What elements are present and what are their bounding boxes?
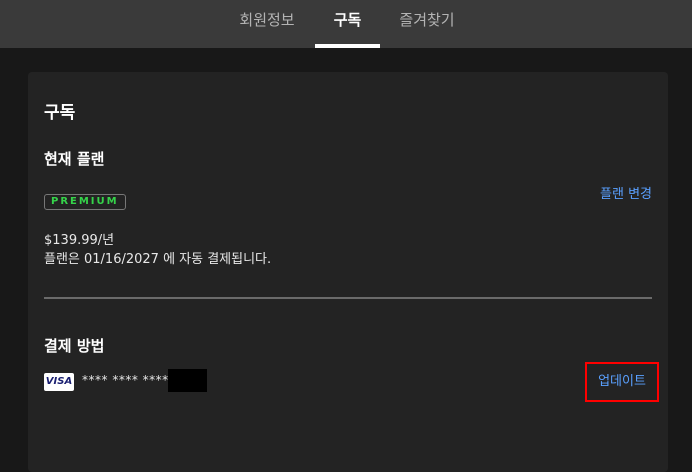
- visa-icon: VISA: [44, 373, 74, 391]
- section-divider: [44, 297, 652, 299]
- premium-badge: PREMIUM: [44, 194, 126, 210]
- page-title: 구독: [44, 103, 76, 123]
- tab-favorites[interactable]: 즐겨찾기: [388, 0, 466, 48]
- tab-member-info[interactable]: 회원정보: [228, 0, 306, 48]
- current-plan-heading: 현재 플랜: [44, 150, 105, 168]
- renewal-text: 플랜은 01/16/2027 에 자동 결제됩니다.: [44, 252, 272, 267]
- plan-price: $139.99/년: [44, 233, 115, 248]
- top-navigation: 회원정보 구독 즐겨찾기: [0, 0, 692, 48]
- masked-card-number: **** **** ****: [82, 373, 169, 387]
- change-plan-link[interactable]: 플랜 변경: [600, 183, 652, 202]
- tab-subscription[interactable]: 구독: [315, 0, 380, 48]
- subscription-card: 구독 현재 플랜 PREMIUM 플랜 변경 $139.99/년 플랜은 01/…: [28, 72, 668, 472]
- payment-method-heading: 결제 방법: [44, 337, 105, 355]
- active-tab-indicator: [315, 44, 380, 48]
- update-payment-button[interactable]: 업데이트: [585, 362, 659, 402]
- redacted-card-digits: [168, 369, 207, 392]
